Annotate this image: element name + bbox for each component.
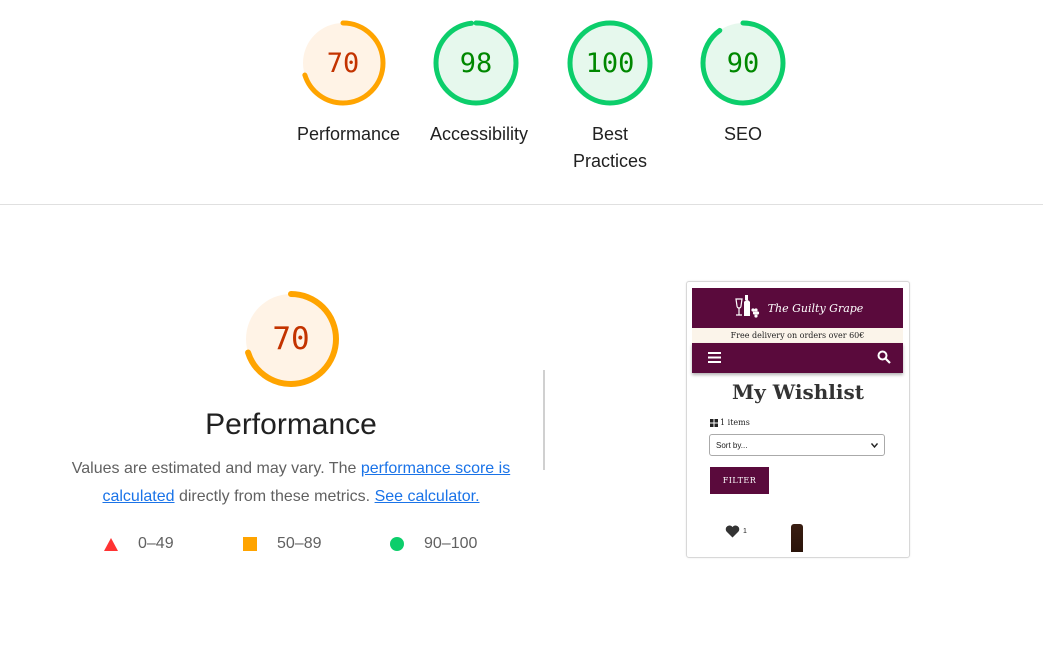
filter-button: FILTER [710, 467, 769, 494]
description-text: Values are estimated and may vary. The [71, 460, 361, 477]
performance-title: Performance [205, 408, 377, 441]
wine-bottle-image [791, 524, 803, 552]
site-nav [692, 343, 903, 373]
performance-gauge: 70 [240, 288, 342, 390]
score-value: 70 [326, 47, 360, 79]
items-count: 1 items [710, 418, 750, 427]
legend-pass: 90–100 [390, 535, 477, 553]
promo-banner: Free delivery on orders over 60€ [692, 328, 903, 343]
score-value: 100 [585, 47, 635, 79]
score-label: SEO [723, 124, 762, 144]
section-divider [0, 204, 1043, 205]
score-gauge-seo[interactable]: 90 SEO [697, 17, 789, 148]
legend-range: 90–100 [424, 535, 478, 552]
score-value: 98 [459, 47, 493, 79]
wishlist-heart: 1 [725, 525, 747, 538]
search-icon [877, 350, 891, 364]
score-label: Performance [297, 124, 401, 144]
site-logo-text: The Guilty Grape [767, 301, 864, 315]
sort-select: Sort by... [709, 434, 885, 456]
items-count-text: 1 items [720, 418, 750, 427]
legend-average: 50–89 [243, 535, 322, 553]
legend-range: 0–49 [138, 535, 174, 552]
triangle-icon [104, 537, 118, 551]
description-text: directly from these metrics. [174, 488, 375, 505]
site-header: The Guilty Grape [692, 288, 903, 328]
score-gauge-best-practices[interactable]: 100 Best Practices [564, 17, 656, 175]
see-calculator-link[interactable]: See calculator. [375, 488, 480, 505]
wishlist-title: My Wishlist [732, 380, 864, 404]
final-screenshot[interactable]: The Guilty Grape Free delivery on orders… [686, 281, 910, 558]
legend-range: 50–89 [277, 535, 322, 552]
wine-logo-icon [734, 295, 759, 318]
score-gauge-performance[interactable]: 70 Performance [297, 17, 401, 148]
circle-icon [390, 537, 404, 551]
vertical-divider [543, 370, 545, 470]
grid-icon [710, 418, 718, 427]
legend-fail: 0–49 [104, 535, 174, 553]
heart-icon [725, 525, 740, 538]
sort-value: Sort by... [716, 440, 748, 450]
chevron-down-icon [871, 442, 878, 448]
score-value: 90 [726, 47, 760, 79]
score-label: Best Practices [572, 124, 648, 171]
score-gauge-accessibility[interactable]: 98 Accessibility [430, 17, 529, 148]
square-icon [243, 537, 257, 551]
hamburger-menu-icon [708, 352, 721, 363]
performance-score-value: 70 [272, 321, 310, 357]
score-label: Accessibility [430, 124, 529, 144]
performance-description: Values are estimated and may vary. The p… [60, 455, 522, 511]
heart-count: 1 [743, 528, 747, 535]
